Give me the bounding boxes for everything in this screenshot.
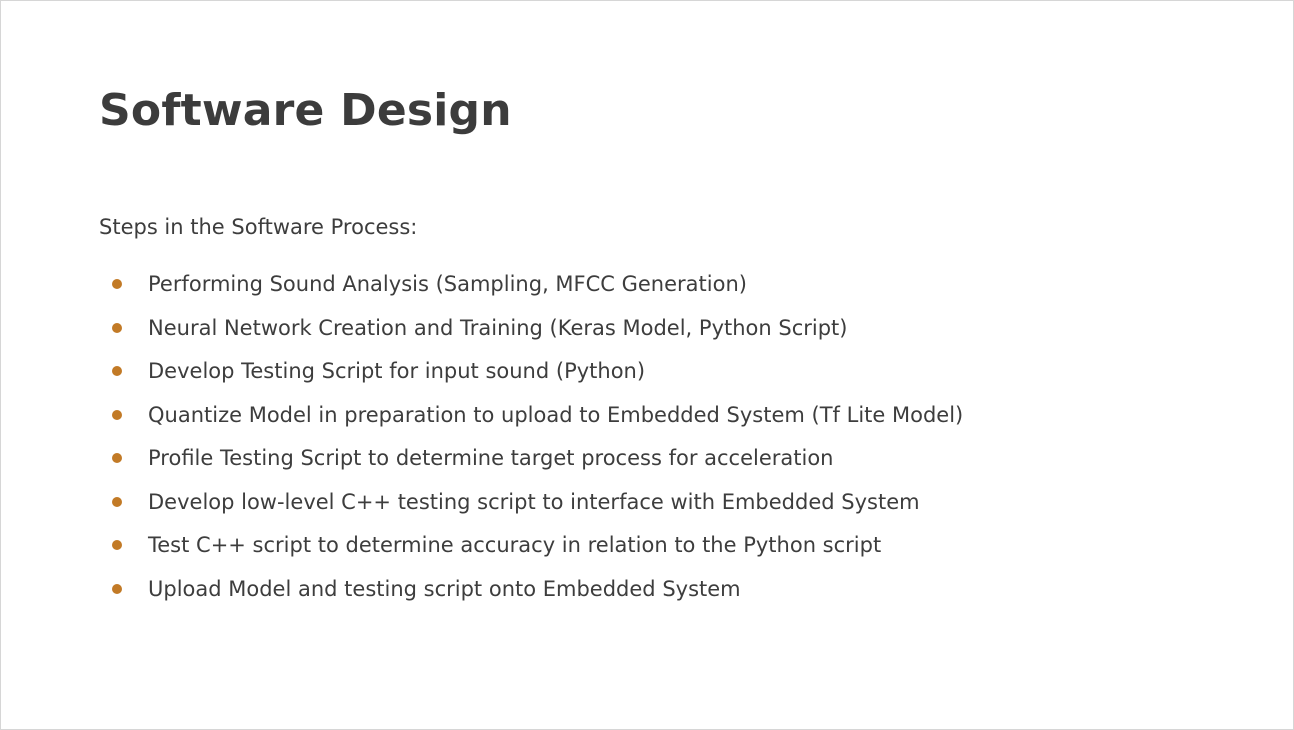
step-text: Quantize Model in preparation to upload … — [148, 402, 964, 427]
step-text: Upload Model and testing script onto Emb… — [148, 576, 741, 601]
step-text: Performing Sound Analysis (Sampling, MFC… — [148, 272, 747, 296]
bullet-icon — [112, 540, 122, 550]
list-item: Develop Testing Script for input sound (… — [99, 356, 645, 400]
step-text: Profile Testing Script to determine targ… — [148, 446, 834, 470]
bullet-icon — [112, 453, 122, 463]
slide-title: Software Design — [99, 85, 512, 136]
steps-list: Performing Sound Analysis (Sampling, MFC… — [99, 269, 963, 618]
bullet-icon — [112, 496, 122, 507]
step-text: Develop low-level C++ testing script to … — [148, 489, 920, 514]
step-text: Test C++ script to determine accuracy in… — [148, 533, 882, 557]
step-text: Neural Network Creation and Training (Ke… — [148, 315, 848, 340]
slide: Software Design Steps in the Software Pr… — [0, 0, 1294, 730]
list-item: Upload Model and testing script onto Emb… — [99, 574, 741, 618]
bullet-icon — [112, 366, 122, 376]
bullet-icon — [112, 409, 122, 420]
bullet-icon — [112, 322, 122, 333]
list-item: Profile Testing Script to determine targ… — [99, 443, 834, 487]
list-item: Performing Sound Analysis (Sampling, MFC… — [99, 269, 747, 313]
intro-text: Steps in the Software Process: — [99, 215, 418, 239]
step-text: Develop Testing Script for input sound (… — [148, 359, 646, 383]
list-item: Develop low-level C++ testing script to … — [99, 487, 920, 531]
list-item: Test C++ script to determine accuracy in… — [99, 530, 881, 574]
bullet-icon — [112, 583, 122, 594]
list-item: Neural Network Creation and Training (Ke… — [99, 313, 847, 357]
bullet-icon — [112, 279, 122, 289]
list-item: Quantize Model in preparation to upload … — [99, 400, 963, 444]
